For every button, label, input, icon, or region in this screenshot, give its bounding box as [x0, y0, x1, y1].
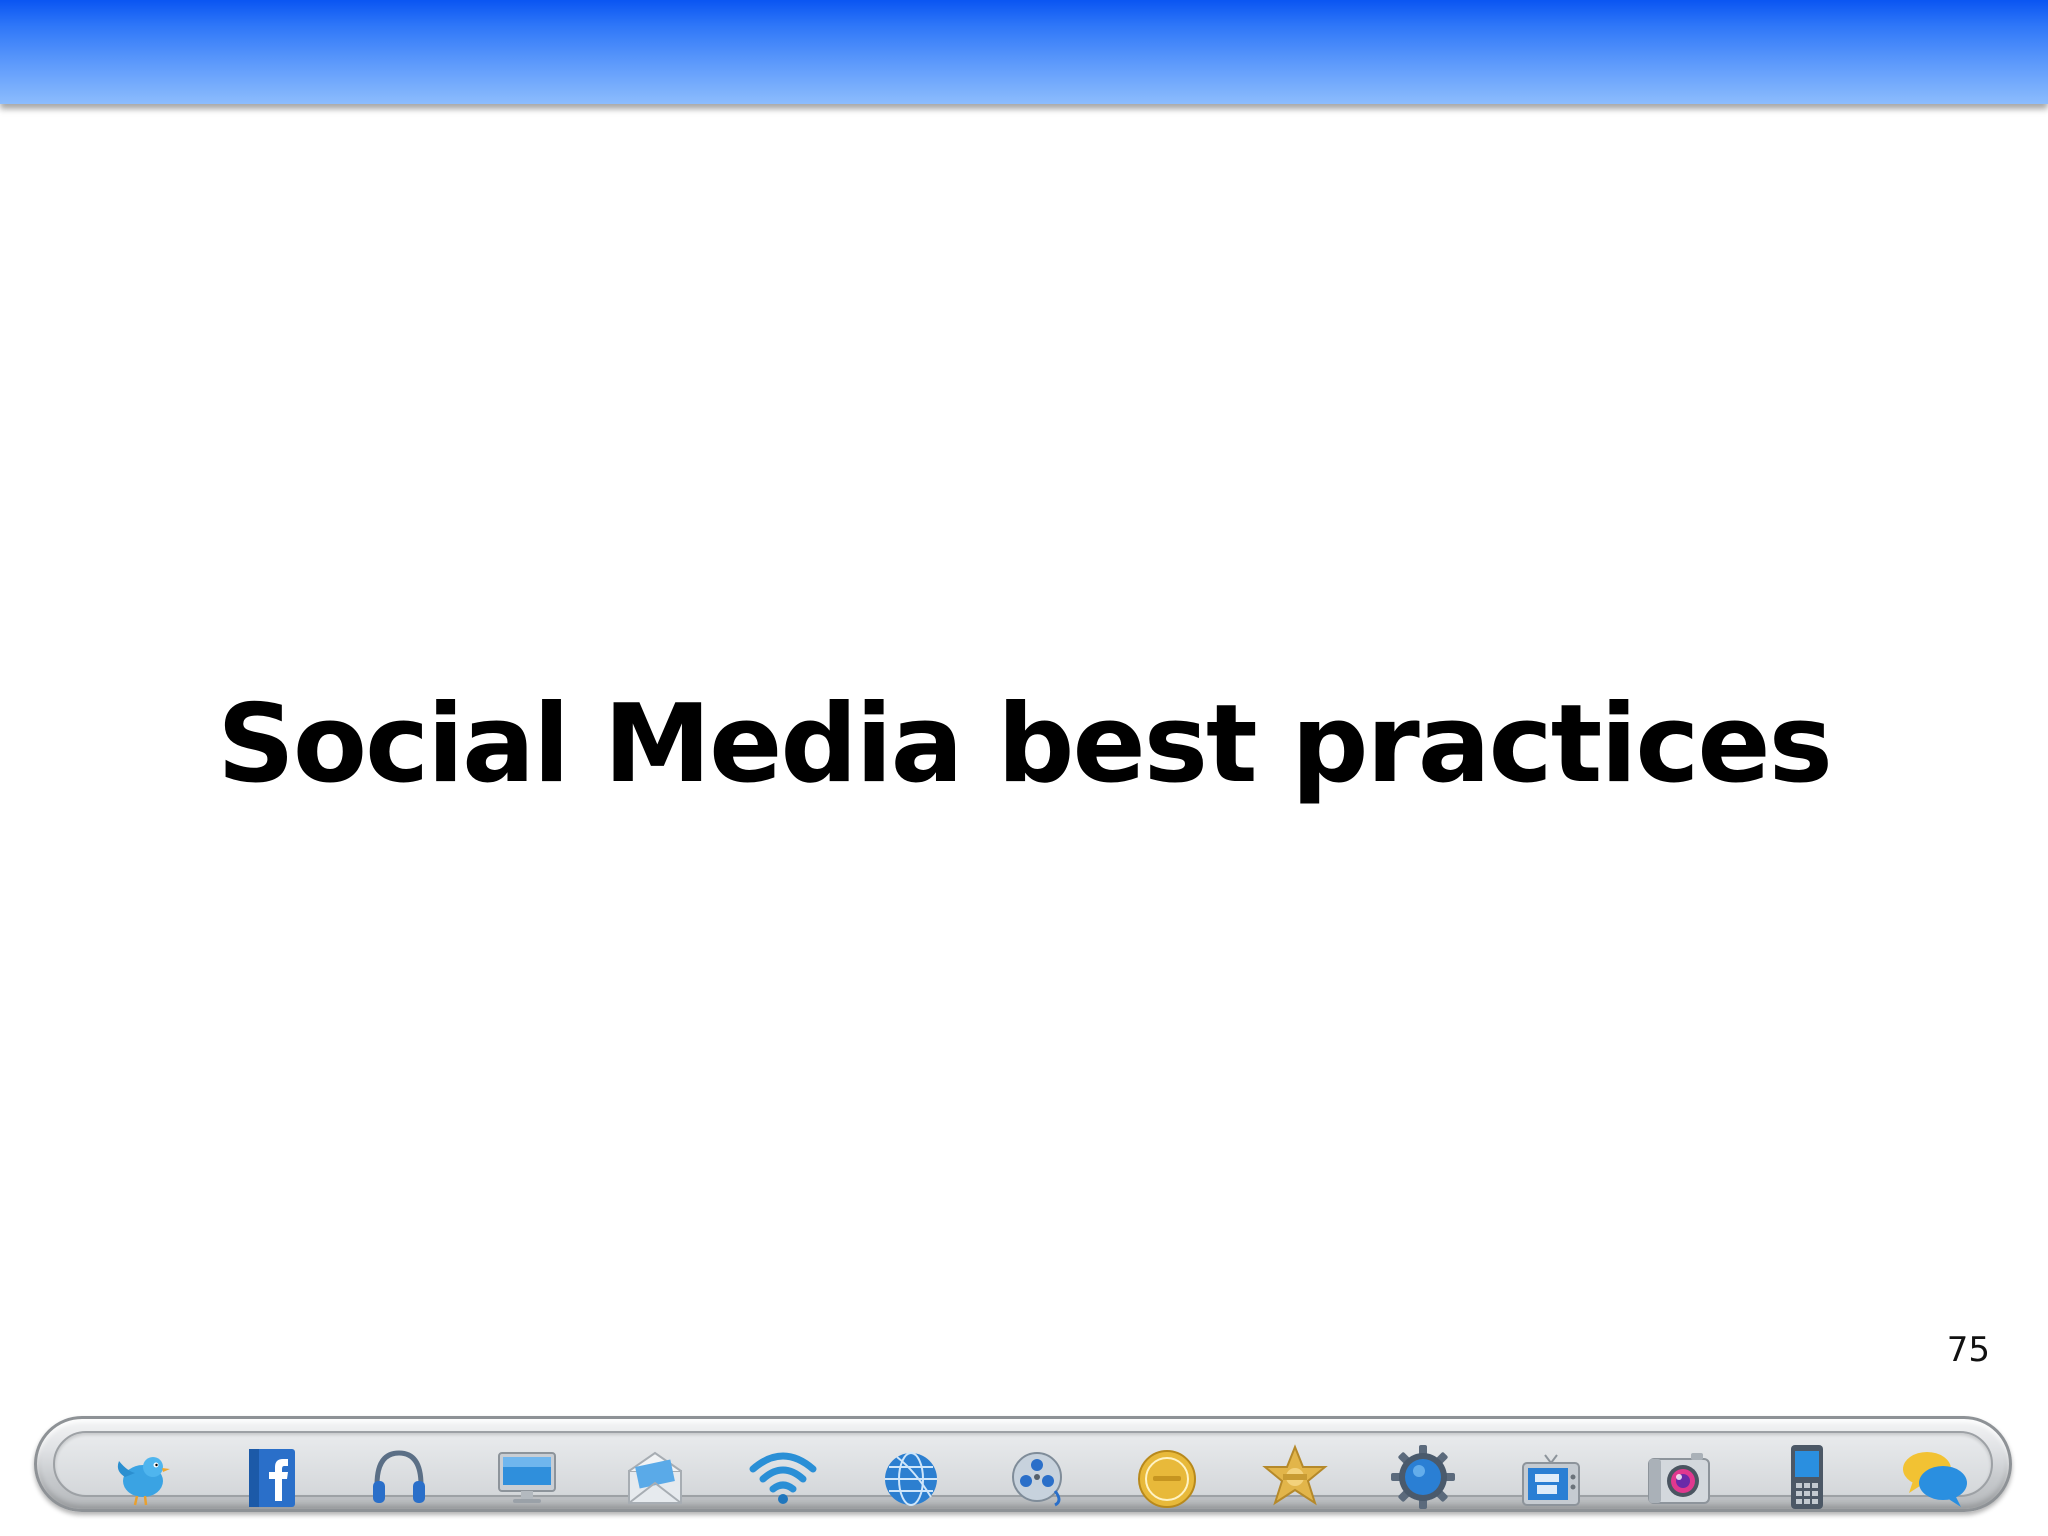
chat-bubbles-icon[interactable] [1899, 1441, 1971, 1513]
twitter-bird-icon[interactable] [107, 1441, 179, 1513]
icon-dock [34, 1416, 2012, 1512]
youtube-tv-icon[interactable] [1515, 1441, 1587, 1513]
page-number: 75 [1946, 1330, 1990, 1370]
monitor-icon[interactable] [491, 1441, 563, 1513]
slide-title: Social Media best practices [217, 682, 1833, 807]
facebook-icon[interactable] [235, 1441, 307, 1513]
icon-dock-track [53, 1431, 1993, 1509]
slide: Social Media best practices 75 [0, 0, 2048, 1536]
header-band [0, 0, 2048, 104]
sheriff-badge-icon[interactable] [1259, 1441, 1331, 1513]
camera-icon[interactable] [1643, 1441, 1715, 1513]
film-reel-icon[interactable] [1003, 1441, 1075, 1513]
gold-button-icon[interactable] [1131, 1441, 1203, 1513]
wifi-icon[interactable] [747, 1441, 819, 1513]
mobile-phone-icon[interactable] [1771, 1441, 1843, 1513]
globe-icon[interactable] [875, 1441, 947, 1513]
headphones-icon[interactable] [363, 1441, 435, 1513]
gear-icon[interactable] [1387, 1441, 1459, 1513]
mail-envelope-icon[interactable] [619, 1441, 691, 1513]
